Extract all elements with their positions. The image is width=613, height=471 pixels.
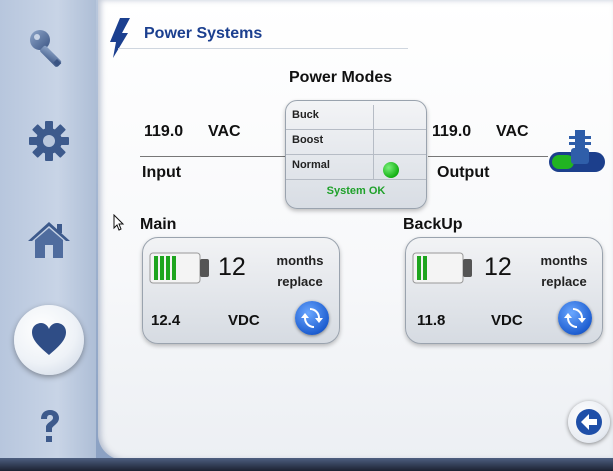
power-modes-panel: Buck Boost Normal System OK [285,100,427,209]
output-voltage-value: 119.0 [432,123,472,140]
battery-charge-bar [154,256,158,280]
main-battery-icon [149,252,209,284]
sidebar-item-help[interactable] [18,396,80,458]
question-icon [41,410,59,442]
bottom-frame [0,458,613,471]
refresh-icon [301,308,323,328]
backup-battery-icon [412,252,472,284]
main-battery-label: Main [140,216,177,233]
mouse-cursor-icon [113,214,125,231]
main-months-label: months [276,253,324,268]
battery-charge-bar [172,256,176,280]
app-frame: Power Systems Power Modes 119.0 VAC Inpu… [0,0,613,471]
sidebar-item-home[interactable] [18,208,80,270]
output-voltage-unit: VAC [496,123,529,140]
page-title: Power Systems [144,25,263,42]
home-icon [28,222,70,258]
heart-icon [32,323,66,355]
sidebar [0,0,96,471]
back-button[interactable] [568,401,610,443]
refresh-icon [564,308,586,328]
power-plug-toggle-icon[interactable] [547,126,609,176]
main-battery-card: 12 months replace 12.4 VDC [142,237,340,344]
backup-replace-label: replace [541,274,587,289]
backup-refresh-button[interactable] [558,301,592,335]
back-arrow-icon [576,409,602,435]
main-voltage-unit: VDC [228,312,260,329]
lightning-bolt-icon [110,18,130,58]
mode-row-normal: Normal [286,155,426,180]
backup-voltage-unit: VDC [491,312,523,329]
sidebar-item-key[interactable] [18,18,80,80]
main-refresh-button[interactable] [295,301,329,335]
power-modes-title: Power Modes [289,69,393,86]
sidebar-item-favorites[interactable] [14,305,84,375]
mode-label-boost: Boost [292,134,324,146]
backup-battery-label: BackUp [403,216,463,233]
backup-battery-voltage: 11.8 [417,312,446,329]
normal-mode-indicator [383,162,399,178]
input-line [140,156,285,157]
backup-battery-months: 12 [484,253,512,281]
battery-charge-bar [166,256,170,280]
main-battery-voltage: 12.4 [151,312,181,329]
main-battery-months: 12 [218,253,246,281]
title-divider [118,48,408,49]
backup-battery-card: 12 months replace 11.8 VDC [405,237,603,344]
input-label: Input [142,164,182,181]
mode-label-buck: Buck [292,109,319,121]
key-icon [30,30,62,67]
battery-charge-bar [423,256,427,280]
mode-separator [373,105,374,180]
backup-months-label: months [540,253,588,268]
input-voltage-unit: VAC [208,123,241,140]
system-status: System OK [326,185,386,197]
main-replace-label: replace [277,274,323,289]
battery-charge-bar [160,256,164,280]
output-label: Output [437,164,490,181]
sidebar-item-settings[interactable] [18,110,80,172]
mode-row-buck: Buck [286,105,426,130]
gear-icon [29,121,69,161]
input-voltage-value: 119.0 [144,123,184,140]
mode-row-boost: Boost [286,130,426,155]
output-line [428,156,548,157]
mode-label-normal: Normal [292,159,330,171]
battery-charge-bar [417,256,421,280]
